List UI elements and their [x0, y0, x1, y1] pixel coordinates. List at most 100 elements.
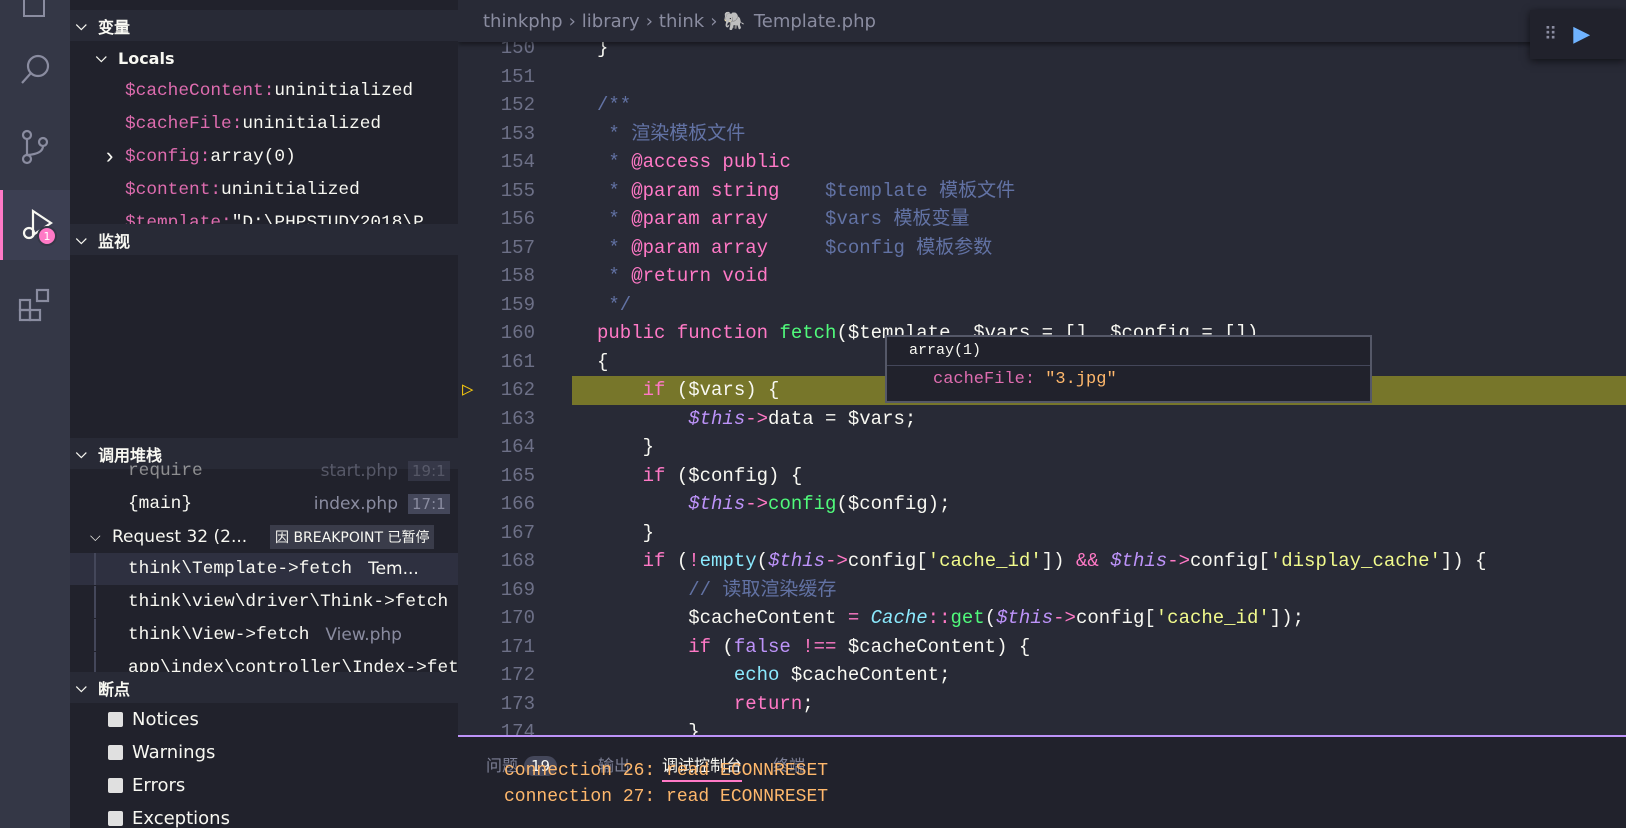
- code-line[interactable]: 158 * @return void: [458, 262, 1626, 291]
- code-token: @return void: [631, 265, 769, 287]
- checkbox[interactable]: [108, 744, 123, 760]
- code-token: @param array: [631, 236, 769, 259]
- locals-label: Locals: [118, 48, 175, 68]
- code-line[interactable]: 174 }: [458, 718, 1626, 735]
- checkbox[interactable]: [108, 810, 123, 826]
- code-line[interactable]: 152 /**: [458, 91, 1626, 120]
- code-line[interactable]: 163 $this->data = $vars;: [458, 405, 1626, 434]
- code-token: (: [676, 550, 689, 572]
- stack-frame[interactable]: require start.php 19:1: [70, 455, 458, 487]
- paused-status-badge: 因 BREAKPOINT 已暂停: [270, 525, 435, 549]
- code-line[interactable]: 166 $this->config($config);: [458, 490, 1626, 519]
- breadcrumb-item[interactable]: Template.php: [754, 11, 876, 32]
- variable-item[interactable]: $content: uninitialized: [70, 174, 458, 206]
- checkbox[interactable]: [108, 777, 123, 793]
- section-title: 断点: [98, 679, 131, 699]
- breakpoint-item[interactable]: Notices: [70, 703, 458, 735]
- line-number: 161: [500, 350, 535, 373]
- frame-position: 17:1: [408, 494, 450, 514]
- code-token: $cacheContent: [597, 607, 848, 629]
- breadcrumb-item[interactable]: think: [659, 11, 704, 32]
- code-line[interactable]: 169 // 读取渲染缓存: [458, 576, 1626, 605]
- breakpoint-item[interactable]: Exceptions: [70, 802, 458, 828]
- line-number: 169: [500, 578, 535, 601]
- breadcrumb-item[interactable]: thinkphp: [483, 11, 563, 32]
- code-text: if ($vars) {: [597, 376, 780, 405]
- code-token: if: [597, 464, 677, 487]
- request-label: Request 32 (2...: [112, 527, 248, 547]
- checkbox[interactable]: [108, 711, 123, 727]
- line-number: 159: [500, 293, 535, 316]
- code-token: $cacheContent;: [790, 664, 951, 686]
- code-token: * 渲染模板文件: [597, 122, 746, 145]
- code-token: $this: [597, 407, 746, 430]
- debug-toolbar: ⠿ ▶: [1530, 10, 1626, 59]
- stack-frame[interactable]: {main} index.php 17:1: [70, 488, 458, 520]
- stack-frame[interactable]: think\View->fetch View.php: [70, 619, 458, 651]
- drag-handle-icon[interactable]: ⠿: [1544, 24, 1557, 45]
- section-title: 变量: [98, 17, 131, 37]
- breakpoint-label: Notices: [132, 708, 199, 730]
- code-token: ]): [1041, 550, 1076, 572]
- stack-frame[interactable]: think\Template->fetch Tem...: [70, 553, 458, 585]
- code-token: ->: [825, 550, 848, 572]
- watch-section-header[interactable]: ⌵ 监视: [70, 224, 458, 255]
- code-token: if: [597, 379, 677, 401]
- code-token: ->: [745, 407, 769, 430]
- extensions-icon[interactable]: [0, 270, 70, 340]
- code-line[interactable]: 164 }: [458, 433, 1626, 462]
- code-line[interactable]: 155 * @param string $template 模板文件: [458, 177, 1626, 206]
- variable-item[interactable]: $cacheFile: uninitialized: [70, 108, 458, 140]
- code-line[interactable]: 167 }: [458, 519, 1626, 548]
- code-line[interactable]: 165 if ($config) {: [458, 462, 1626, 491]
- breakpoint-item[interactable]: Warnings: [70, 736, 458, 768]
- code-line[interactable]: 154 * @access public: [458, 148, 1626, 177]
- explorer-icon[interactable]: [0, 0, 70, 40]
- code-line[interactable]: 170 $cacheContent = Cache::get($this->co…: [458, 604, 1626, 633]
- variable-name: $config:: [125, 147, 211, 167]
- code-token: data = $vars;: [768, 407, 917, 430]
- line-number: 164: [500, 436, 535, 458]
- code-text: /**: [597, 91, 631, 120]
- code-line[interactable]: 159 */: [458, 291, 1626, 320]
- stack-frame[interactable]: think\view\driver\Think->fetch: [70, 586, 458, 618]
- code-token: =: [847, 607, 860, 629]
- frame-name: {main}: [128, 494, 193, 514]
- source-control-icon[interactable]: [0, 112, 70, 182]
- indent-guide: [94, 586, 96, 618]
- request-thread[interactable]: ⌵ Request 32 (2... 因 BREAKPOINT 已暂停: [70, 521, 458, 553]
- search-icon[interactable]: [0, 35, 70, 105]
- code-line[interactable]: 151: [458, 63, 1626, 92]
- frame-name: think\Template->fetch: [128, 559, 353, 579]
- code-token: // 读取渲染缓存: [597, 578, 837, 601]
- line-number: 157: [500, 236, 535, 259]
- variables-section-header[interactable]: ⌵ 变量: [70, 10, 458, 41]
- breakpoints-section-header[interactable]: ⌵ 断点: [70, 672, 458, 703]
- code-line[interactable]: 172 echo $cacheContent;: [458, 661, 1626, 690]
- code-text: $cacheContent = Cache::get($this->config…: [597, 604, 1304, 633]
- code-line[interactable]: 156 * @param array $vars 模板变量: [458, 205, 1626, 234]
- line-number: 174: [500, 721, 535, 735]
- code-line[interactable]: 157 * @param array $config 模板参数: [458, 234, 1626, 263]
- code-token: config[: [847, 550, 928, 572]
- bottom-panel: 问题 19 输出 调试控制台 终端 connection 26: read ECO…: [458, 735, 1626, 828]
- section-title: 监视: [98, 231, 131, 251]
- line-number: 168: [500, 550, 535, 572]
- variable-item[interactable]: $cacheContent: uninitialized: [70, 75, 458, 107]
- continue-icon[interactable]: ▶: [1573, 22, 1590, 47]
- code-line[interactable]: 171 if (false !== $cacheContent) {: [458, 633, 1626, 662]
- breadcrumb-item[interactable]: library: [582, 11, 640, 32]
- hover-entry[interactable]: cacheFile: "3.jpg": [887, 366, 1370, 393]
- code-token: ($vars) {: [676, 379, 780, 401]
- code-line[interactable]: 168 if (!empty($this->config['cache_id']…: [458, 547, 1626, 576]
- breakpoint-label: Warnings: [132, 741, 216, 763]
- code-line[interactable]: 153 * 渲染模板文件: [458, 120, 1626, 149]
- code-line[interactable]: 173 return;: [458, 690, 1626, 719]
- variable-item[interactable]: › $config: array(0): [70, 141, 458, 173]
- line-number: 160: [500, 322, 535, 344]
- locals-scope[interactable]: ⌵ Locals: [70, 42, 458, 74]
- code-token: */: [597, 293, 632, 316]
- run-debug-icon[interactable]: 1: [0, 190, 70, 260]
- breakpoint-item[interactable]: Errors: [70, 769, 458, 801]
